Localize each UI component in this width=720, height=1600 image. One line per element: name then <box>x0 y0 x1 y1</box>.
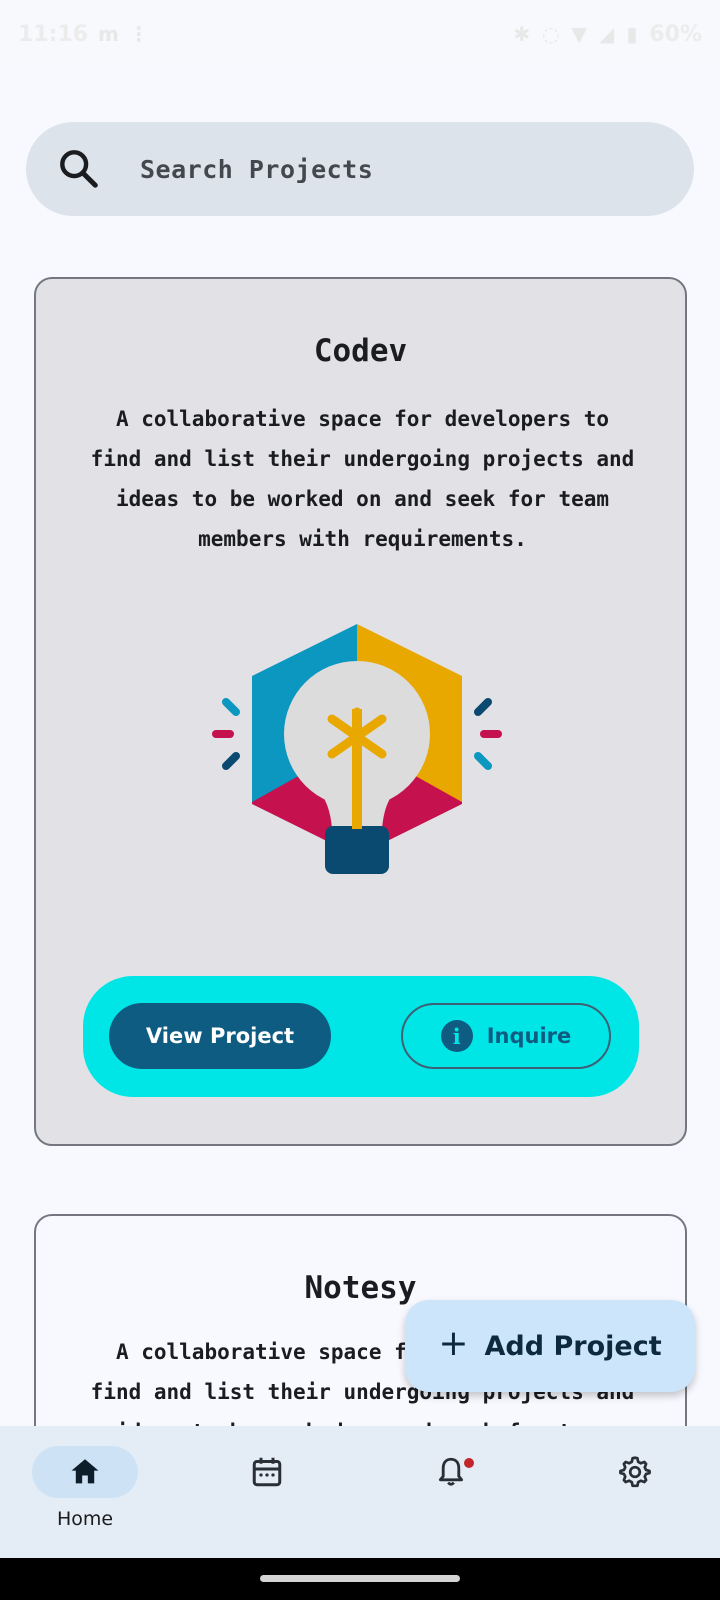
view-project-button[interactable]: View Project <box>109 1003 331 1069</box>
calendar-icon <box>252 1457 282 1487</box>
nav-item-settings[interactable] <box>580 1446 690 1546</box>
project-title: Codev <box>313 333 408 369</box>
nav-item-notifications[interactable] <box>396 1446 506 1546</box>
add-project-label: Add Project <box>484 1330 662 1362</box>
project-actions: View Project i Inquire <box>83 976 639 1097</box>
search-icon <box>60 150 98 188</box>
status-right: ✱ ◌ ▼ ◢ ▮ 60% <box>513 22 702 47</box>
battery-icon: ▮ <box>626 22 638 46</box>
project-description: A collaborative space for developers to … <box>90 407 635 551</box>
search-input[interactable]: Search Projects <box>140 155 373 184</box>
nav-indicator <box>214 1446 320 1498</box>
nav-indicator <box>398 1446 504 1498</box>
add-project-button[interactable]: + Add Project <box>405 1300 695 1392</box>
vibrate-icon: ◌ <box>542 22 560 46</box>
system-navigation-bar <box>0 1558 720 1600</box>
plus-icon: + <box>438 1323 469 1364</box>
nav-item-home[interactable]: Home <box>30 1446 140 1546</box>
inquire-label: Inquire <box>486 1024 572 1048</box>
bell-icon <box>438 1457 464 1486</box>
wifi-icon: ▼ <box>571 22 587 46</box>
project-card: Codev A collaborative space for develope… <box>34 277 687 1146</box>
status-left: 11:16 m ⋮ <box>18 22 149 47</box>
battery-level: 60% <box>649 21 702 47</box>
nav-item-calendar[interactable] <box>212 1446 322 1546</box>
notification-badge <box>464 1458 474 1468</box>
search-bar[interactable]: Search Projects <box>26 122 694 216</box>
bluetooth-icon: ✱ <box>513 22 531 46</box>
app-screen: 11:16 m ⋮ ✱ ◌ ▼ ◢ ▮ 60% Search Projects … <box>0 0 720 1600</box>
bottom-navigation: Home <box>0 1426 720 1558</box>
signal-icon: ◢ <box>598 22 615 46</box>
inquire-button[interactable]: i Inquire <box>401 1003 611 1069</box>
lightbulb-illustration <box>212 624 502 874</box>
home-icon <box>71 1459 99 1484</box>
info-icon: i <box>440 1020 473 1052</box>
notification-icon: ⋮ <box>128 22 149 46</box>
status-time: 11:16 <box>18 21 89 47</box>
home-gesture-handle[interactable] <box>260 1575 460 1582</box>
nav-label-home: Home <box>56 1508 114 1530</box>
gmail-icon: m <box>98 22 119 46</box>
nav-indicator <box>582 1446 688 1498</box>
gear-icon <box>619 1456 651 1488</box>
nav-indicator <box>32 1446 138 1498</box>
status-bar: 11:16 m ⋮ ✱ ◌ ▼ ◢ ▮ 60% <box>0 0 720 68</box>
